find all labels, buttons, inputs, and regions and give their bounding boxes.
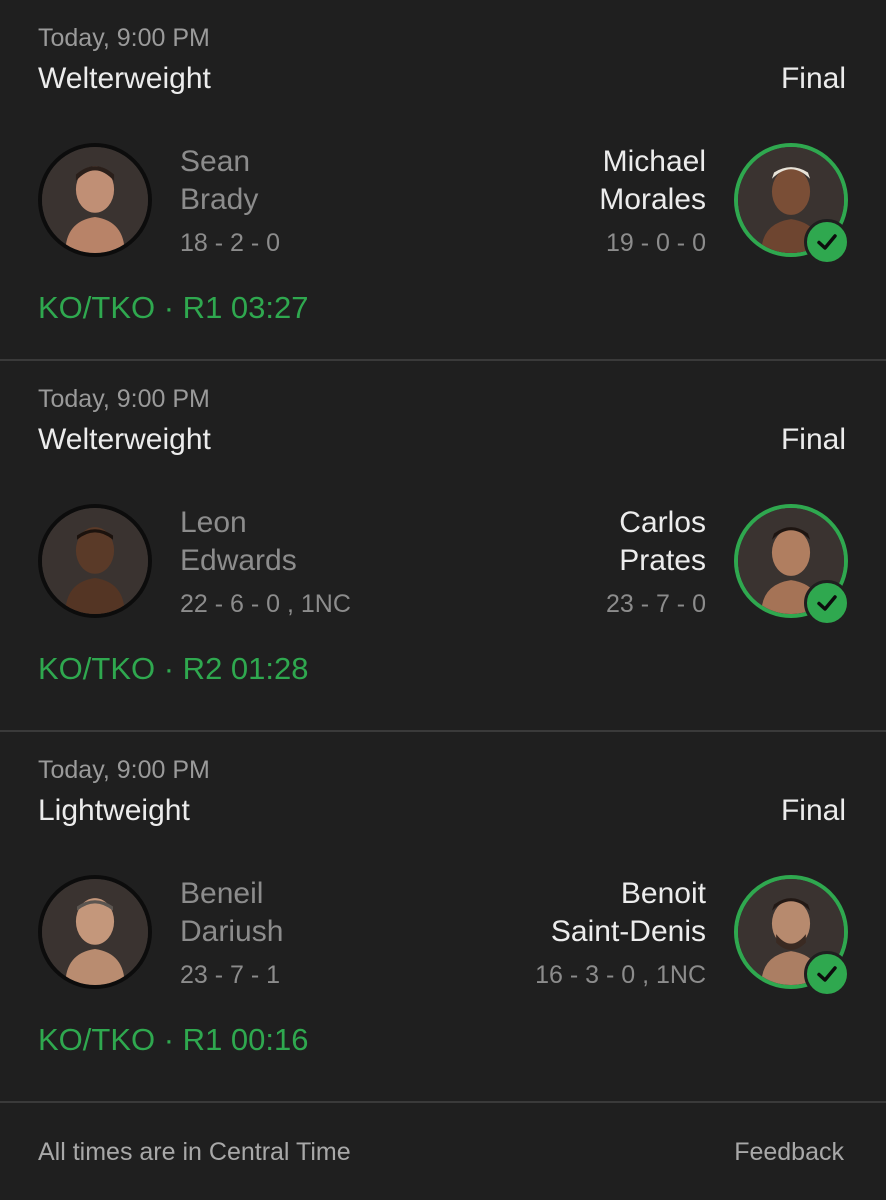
footer: All times are in Central Time Feedback: [0, 1103, 886, 1198]
winner-checkmark-icon: [804, 219, 850, 265]
feedback-link[interactable]: Feedback: [734, 1138, 844, 1167]
fight-time: Today, 9:00 PM: [38, 385, 210, 413]
weight-class: Welterweight: [38, 423, 211, 456]
fighter-record-left: 18 - 2 - 0: [180, 229, 281, 257]
fighter-record-left: 22 - 6 - 0 , 1NC: [180, 590, 351, 618]
fighter-name-left[interactable]: Leon Edwards: [180, 504, 297, 580]
fight-card[interactable]: Today, 9:00 PM Welterweight Final Sean B…: [0, 0, 886, 361]
fighter-avatar-left[interactable]: [38, 143, 152, 257]
fighter-avatar-left[interactable]: [38, 504, 152, 618]
fight-card[interactable]: Today, 9:00 PM Lightweight Final Beneil …: [0, 732, 886, 1103]
fight-time: Today, 9:00 PM: [38, 24, 210, 52]
fighter-record-right: 23 - 7 - 0: [605, 590, 706, 618]
fight-result: KO/TKO · R1 00:16: [38, 1022, 309, 1057]
fight-card[interactable]: Today, 9:00 PM Welterweight Final Leon E…: [0, 361, 886, 732]
fight-status: Final: [780, 423, 846, 456]
winner-checkmark-icon: [804, 580, 850, 626]
timezone-note: All times are in Central Time: [38, 1138, 351, 1166]
fighter-name-left[interactable]: Beneil Dariush: [180, 875, 283, 951]
fight-result: KO/TKO · R1 03:27: [38, 290, 309, 325]
fighter-avatar-left[interactable]: [38, 875, 152, 989]
fight-result: KO/TKO · R2 01:28: [38, 651, 309, 686]
winner-checkmark-icon: [804, 951, 850, 997]
fighter-name-left[interactable]: Sean Brady: [180, 143, 258, 219]
fighter-name-right[interactable]: Carlos Prates: [619, 504, 706, 580]
fight-status: Final: [780, 62, 846, 95]
fighter-record-left: 23 - 7 - 1: [180, 961, 281, 989]
fighter-name-right[interactable]: Michael Morales: [599, 143, 706, 219]
fighter-record-right: 19 - 0 - 0: [605, 229, 706, 257]
fight-status: Final: [780, 794, 846, 827]
weight-class: Welterweight: [38, 62, 211, 95]
weight-class: Lightweight: [38, 794, 190, 827]
fighter-record-right: 16 - 3 - 0 , 1NC: [535, 961, 706, 989]
fighter-name-right[interactable]: Benoit Saint-Denis: [551, 875, 706, 951]
fight-time: Today, 9:00 PM: [38, 756, 210, 784]
